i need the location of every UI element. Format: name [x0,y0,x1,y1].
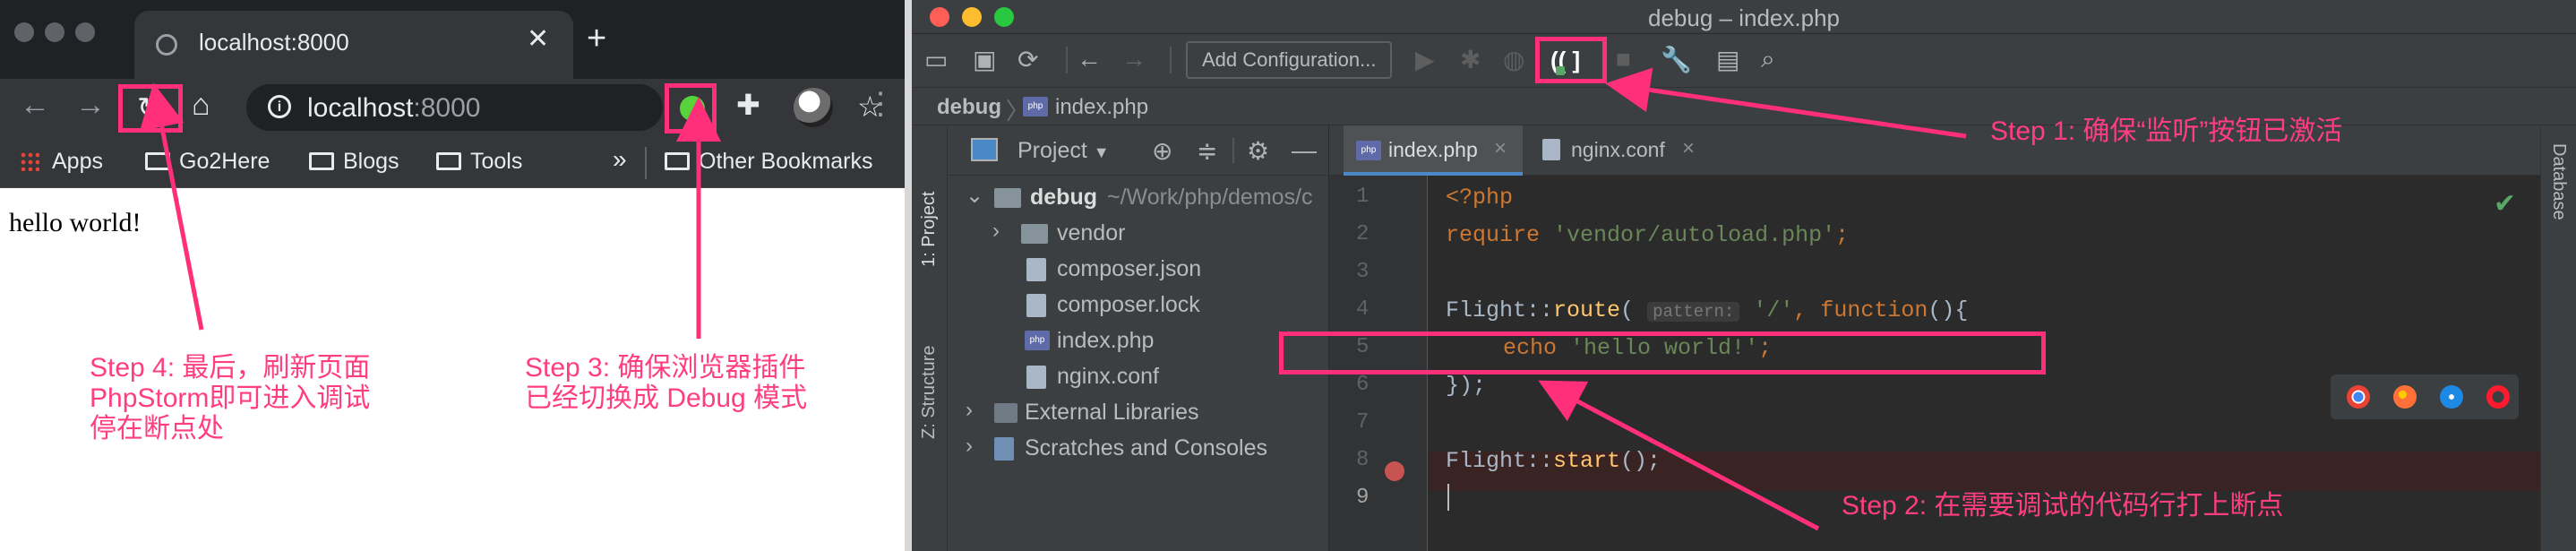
step4-arrow [140,82,204,331]
step3-line: 已经切换成 Debug 模式 [525,383,808,413]
step3-line: Step 3: 确保浏览器插件 [525,353,806,383]
annotation-arrows [140,67,1967,531]
step4-line: Step 4: 最后，刷新页面 [90,353,371,383]
step4-line: 停在断点处 [90,414,224,443]
step4-line: PhpStorm即可进入调试 [90,383,371,413]
step1-arrow [1605,67,1967,139]
step4-annotation: Step 4: 最后，刷新页面 PhpStorm即可进入调试 停在断点处 [90,353,370,444]
step1-annotation: Step 1: 确保“监听”按钮已激活 [1990,116,2343,146]
step2-annotation: Step 2: 在需要调试的代码行打上断点 [1842,491,2284,521]
step3-annotation: Step 3: 确保浏览器插件 已经切换成 Debug 模式 [525,353,807,414]
step2-arrow [1538,380,1820,531]
